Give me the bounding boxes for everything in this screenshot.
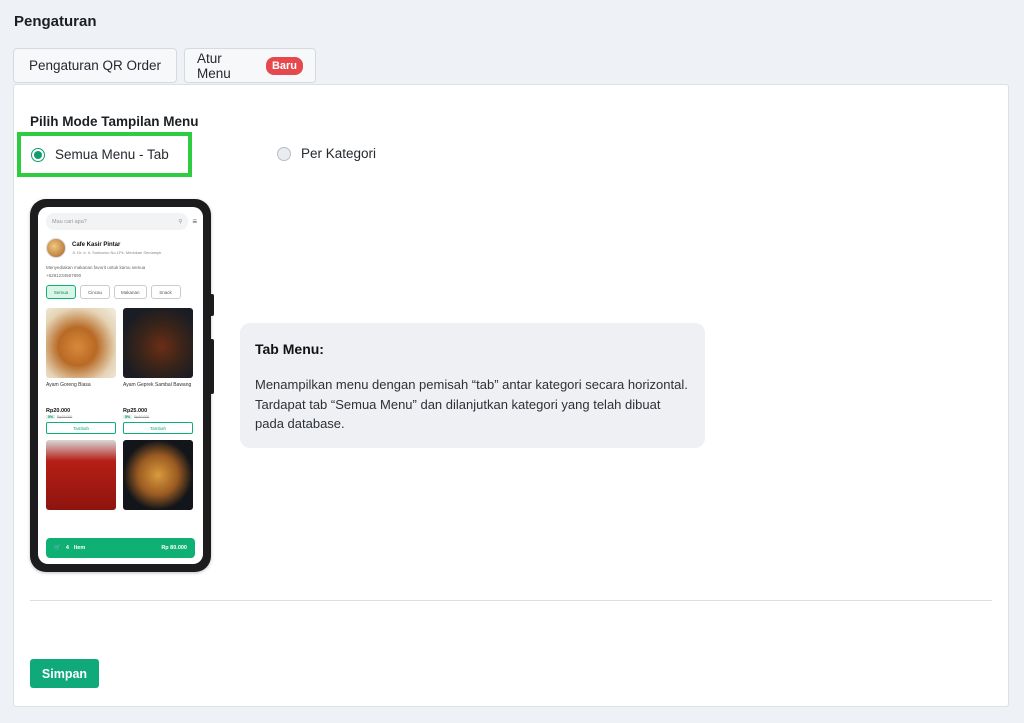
- save-button[interactable]: Simpan: [30, 659, 99, 688]
- preview-menu-grid: Ayam Goreng Biasa Rp20.000 5% Rp25.000 Ta…: [46, 308, 195, 510]
- menu-item-discount: 5% Rp30.000: [123, 415, 150, 419]
- preview-category-tab: Semua: [46, 285, 76, 299]
- preview-menu-item: [46, 440, 116, 510]
- new-badge: Baru: [265, 56, 303, 75]
- preview-category-tab: Snack: [150, 285, 181, 299]
- radio-option-per-kategori[interactable]: Per Kategori: [277, 146, 376, 161]
- phone-screen: Mau cari apa? ⚲ ≡ Cafe Kasir Pintar Jl. …: [38, 207, 203, 564]
- sort-icon: ≡: [192, 217, 197, 226]
- phone-side-button: [211, 294, 214, 316]
- menu-item-image: [46, 308, 116, 378]
- preview-menu-item: [123, 440, 193, 510]
- preview-search-placeholder: Mau cari apa?: [52, 218, 87, 225]
- menu-item-name: Ayam Goreng Biasa: [46, 382, 91, 388]
- menu-item-price: Rp25.000: [123, 408, 148, 414]
- divider: [30, 600, 992, 601]
- preview-menu-item: Ayam Geprek Sambal Bawang Rp25.000 5% Rp3…: [123, 308, 193, 434]
- menu-item-image: [123, 440, 193, 510]
- page-title: Pengaturan: [14, 13, 97, 30]
- preview-cart-bar: 🛒 4 Item Rp 80.000: [46, 538, 195, 558]
- settings-tabs: Pengaturan QR Order Atur Menu Baru: [13, 48, 316, 83]
- radio-option-label: Semua Menu - Tab: [55, 147, 169, 162]
- store-logo: [46, 238, 66, 258]
- preview-category-tab: Makanan: [114, 285, 147, 299]
- preview-category-tab: Cincau: [80, 285, 110, 299]
- mode-info-box: Tab Menu: Menampilkan menu dengan pemisa…: [240, 323, 705, 448]
- cart-count: 4: [65, 545, 69, 551]
- menu-item-add-button: Tambah: [123, 422, 193, 434]
- preview-description-text: Menyediakan makanan favorit untuk kamu s…: [46, 265, 146, 270]
- radio-option-semua-menu-tab[interactable]: Semua Menu - Tab: [17, 132, 192, 177]
- tab-qr-order[interactable]: Pengaturan QR Order: [13, 48, 177, 83]
- tab-atur-menu-label: Atur Menu: [197, 50, 231, 81]
- preview-category-tabs: Semua Cincau Makanan Snack: [46, 285, 195, 299]
- info-description: Menampilkan menu dengan pemisah “tab” an…: [255, 377, 688, 431]
- phone-preview: Mau cari apa? ⚲ ≡ Cafe Kasir Pintar Jl. …: [30, 199, 214, 572]
- settings-card: Pilih Mode Tampilan Menu Semua Menu - Ta…: [13, 84, 1009, 707]
- basket-icon: 🛒: [54, 545, 61, 551]
- menu-item-image: [46, 440, 116, 510]
- preview-store-name: Cafe Kasir Pintar: [72, 241, 121, 248]
- preview-phone-number: +6281234567890: [46, 273, 82, 278]
- tab-qr-order-label: Pengaturan QR Order: [28, 58, 162, 73]
- menu-item-name: Ayam Geprek Sambal Bawang: [123, 382, 192, 388]
- phone-side-button: [211, 339, 214, 394]
- tab-atur-menu[interactable]: Atur Menu Baru: [184, 48, 316, 83]
- preview-store-header: Cafe Kasir Pintar Jl. Dr. Ir. Ir. Soekar…: [46, 238, 195, 258]
- mode-section-title: Pilih Mode Tampilan Menu: [30, 114, 199, 129]
- radio-unselected-icon[interactable]: [277, 146, 291, 161]
- menu-item-price: Rp20.000: [46, 408, 71, 414]
- radio-selected-icon[interactable]: [31, 147, 45, 162]
- preview-store-address: Jl. Dr. Ir. Ir. Soekarno No.1Pk. Medokan…: [72, 249, 162, 255]
- menu-item-add-button: Tambah: [46, 422, 116, 434]
- preview-menu-item: Ayam Goreng Biasa Rp20.000 5% Rp25.000 Ta…: [46, 308, 116, 434]
- cart-unit: Item: [73, 545, 86, 551]
- radio-option-label: Per Kategori: [301, 146, 377, 161]
- info-title: Tab Menu:: [255, 341, 324, 357]
- menu-item-image: [123, 308, 193, 378]
- preview-search-bar: Mau cari apa? ⚲: [46, 213, 189, 230]
- cart-total: Rp 80.000: [161, 545, 187, 551]
- menu-item-discount: 5% Rp25.000: [46, 415, 73, 419]
- search-icon: ⚲: [178, 218, 183, 225]
- preview-store-description: Menyediakan makanan favorit untuk kamu s…: [46, 264, 195, 280]
